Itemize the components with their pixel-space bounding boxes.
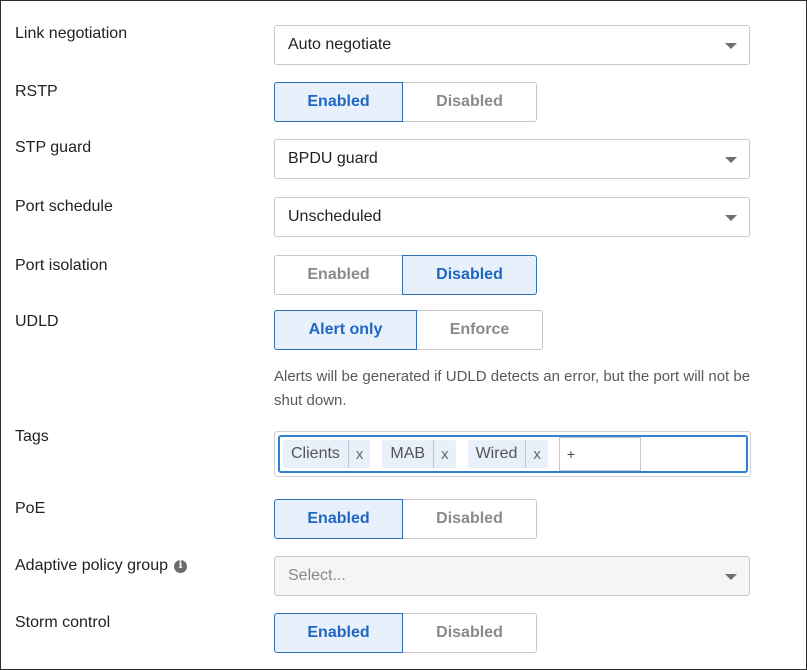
- udld-label: UDLD: [15, 313, 59, 330]
- port-isolation-disabled-button[interactable]: Disabled: [402, 255, 537, 295]
- rstp-enabled-button[interactable]: Enabled: [274, 82, 403, 122]
- link-negotiation-value: Auto negotiate: [288, 36, 392, 53]
- chevron-down-icon: [725, 574, 737, 580]
- link-negotiation-label: Link negotiation: [15, 25, 128, 42]
- tag-label: Wired: [468, 440, 527, 468]
- stp-guard-select[interactable]: BPDU guard: [274, 139, 750, 179]
- port-isolation-enabled-button[interactable]: Enabled: [274, 255, 403, 295]
- port-isolation-toggle: Enabled Disabled: [274, 255, 537, 295]
- rstp-label: RSTP: [15, 83, 58, 100]
- poe-disabled-button[interactable]: Disabled: [402, 499, 537, 539]
- poe-enabled-button[interactable]: Enabled: [274, 499, 403, 539]
- chevron-down-icon: [725, 215, 737, 221]
- port-schedule-value: Unscheduled: [288, 208, 382, 225]
- tags-input-container[interactable]: Clients x MAB x Wired x +: [278, 435, 748, 473]
- link-negotiation-select[interactable]: Auto negotiate: [274, 25, 750, 65]
- port-schedule-select[interactable]: Unscheduled: [274, 197, 750, 237]
- udld-helper-text: Alerts will be generated if UDLD detects…: [274, 368, 751, 409]
- tag-chip: MAB x: [382, 440, 456, 468]
- storm-control-toggle: Enabled Disabled: [274, 613, 537, 653]
- tags-label: Tags: [15, 428, 49, 445]
- remove-tag-icon[interactable]: x: [434, 440, 456, 468]
- udld-enforce-button[interactable]: Enforce: [416, 310, 543, 350]
- adaptive-policy-group-select[interactable]: Select...: [274, 556, 750, 596]
- chevron-down-icon: [725, 157, 737, 163]
- port-isolation-label: Port isolation: [15, 257, 108, 274]
- poe-toggle: Enabled Disabled: [274, 499, 537, 539]
- tag-label: MAB: [382, 440, 435, 468]
- udld-toggle: Alert only Enforce: [274, 310, 543, 350]
- poe-label: PoE: [15, 500, 46, 517]
- add-tag-input[interactable]: +: [558, 437, 641, 471]
- info-icon[interactable]: i: [173, 559, 187, 573]
- rstp-disabled-button[interactable]: Disabled: [402, 82, 537, 122]
- chevron-down-icon: [725, 43, 737, 49]
- stp-guard-label: STP guard: [15, 139, 92, 156]
- adaptive-policy-group-placeholder: Select...: [288, 567, 346, 584]
- remove-tag-icon[interactable]: x: [349, 440, 371, 468]
- storm-control-label: Storm control: [15, 614, 111, 631]
- storm-control-disabled-button[interactable]: Disabled: [402, 613, 537, 653]
- storm-control-enabled-button[interactable]: Enabled: [274, 613, 403, 653]
- tag-chip: Clients x: [283, 440, 371, 468]
- tag-label: Clients: [283, 440, 349, 468]
- tags-field: Clients x MAB x Wired x +: [274, 431, 751, 477]
- port-schedule-label: Port schedule: [15, 198, 113, 215]
- remove-tag-icon[interactable]: x: [526, 440, 548, 468]
- tag-chip: Wired x: [467, 440, 548, 468]
- stp-guard-value: BPDU guard: [288, 150, 378, 167]
- rstp-toggle: Enabled Disabled: [274, 82, 537, 122]
- settings-panel: Link negotiation Auto negotiate RSTP Ena…: [0, 0, 807, 670]
- adaptive-policy-group-label: Adaptive policy group i: [15, 557, 187, 575]
- udld-alert-only-button[interactable]: Alert only: [274, 310, 417, 350]
